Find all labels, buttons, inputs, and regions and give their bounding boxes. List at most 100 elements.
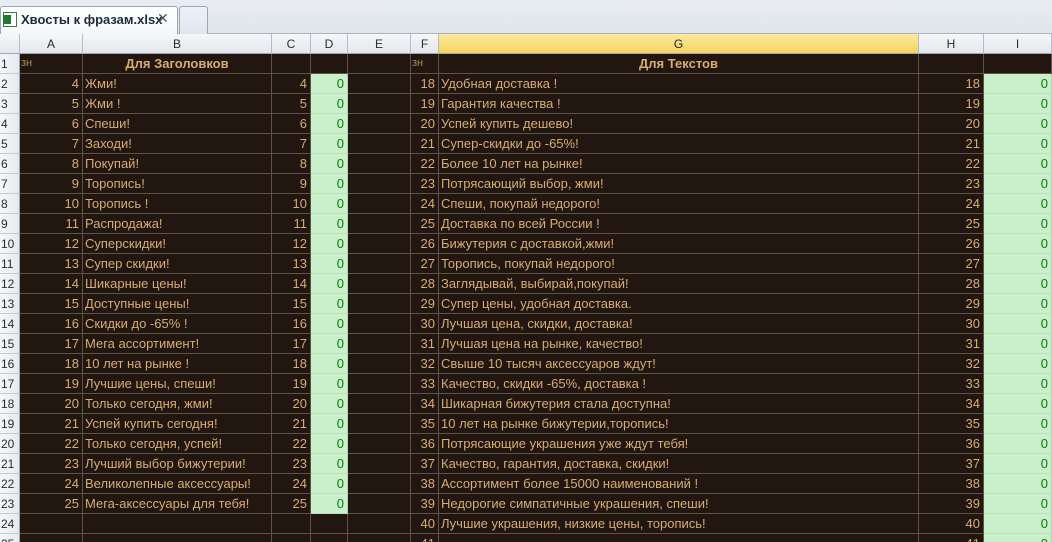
cell-d15[interactable]: 0 <box>311 334 348 354</box>
cell-a25[interactable] <box>20 534 83 542</box>
cell-c7[interactable]: 9 <box>272 174 311 194</box>
cell-c15[interactable]: 17 <box>272 334 311 354</box>
cell-g5[interactable]: Супер-скидки до -65%! <box>439 134 919 154</box>
cell-i13[interactable]: 0 <box>984 294 1052 314</box>
cell-f20[interactable]: 36 <box>411 434 439 454</box>
cell-c10[interactable]: 12 <box>272 234 311 254</box>
cell-b13[interactable]: Доступные цены! <box>83 294 272 314</box>
cell-h15[interactable]: 31 <box>919 334 984 354</box>
row-header[interactable]: 24 <box>0 514 20 534</box>
cell-d20[interactable]: 0 <box>311 434 348 454</box>
cell-c18[interactable]: 20 <box>272 394 311 414</box>
cell-b2[interactable]: Жми! <box>83 74 272 94</box>
cell-g21[interactable]: Качество, гарантия, доставка, скидки! <box>439 454 919 474</box>
cell-b4[interactable]: Спеши! <box>83 114 272 134</box>
cell-h5[interactable]: 21 <box>919 134 984 154</box>
cell-b17[interactable]: Лучшие цены, спеши! <box>83 374 272 394</box>
cell-e13[interactable] <box>348 294 411 314</box>
cell-c17[interactable]: 19 <box>272 374 311 394</box>
cell-c9[interactable]: 11 <box>272 214 311 234</box>
cell-h8[interactable]: 24 <box>919 194 984 214</box>
cell-f21[interactable]: 37 <box>411 454 439 474</box>
cell-i24[interactable]: 0 <box>984 514 1052 534</box>
cell-i16[interactable]: 0 <box>984 354 1052 374</box>
cell-e3[interactable] <box>348 94 411 114</box>
column-header-b[interactable]: B <box>83 34 272 54</box>
cell-c16[interactable]: 18 <box>272 354 311 374</box>
cell-f25[interactable]: 41 <box>411 534 439 542</box>
cell-i23[interactable]: 0 <box>984 494 1052 514</box>
cell-f7[interactable]: 23 <box>411 174 439 194</box>
cell-h20[interactable]: 36 <box>919 434 984 454</box>
cell-h3[interactable]: 19 <box>919 94 984 114</box>
cell-h2[interactable]: 18 <box>919 74 984 94</box>
cell-c4[interactable]: 6 <box>272 114 311 134</box>
cell-i21[interactable]: 0 <box>984 454 1052 474</box>
cell-c2[interactable]: 4 <box>272 74 311 94</box>
cell-g3[interactable]: Гарантия качества ! <box>439 94 919 114</box>
cell-a15[interactable]: 17 <box>20 334 83 354</box>
row-header[interactable]: 5 <box>0 134 20 154</box>
cell-c6[interactable]: 8 <box>272 154 311 174</box>
cell-i15[interactable]: 0 <box>984 334 1052 354</box>
cell-g10[interactable]: Бижутерия с доставкой,жми! <box>439 234 919 254</box>
cell-a2[interactable]: 4 <box>20 74 83 94</box>
cell-i18[interactable]: 0 <box>984 394 1052 414</box>
cell-f18[interactable]: 34 <box>411 394 439 414</box>
cell-h25[interactable]: 41 <box>919 534 984 542</box>
cell-g4[interactable]: Успей купить дешево! <box>439 114 919 134</box>
row-header[interactable]: 3 <box>0 94 20 114</box>
cell-f4[interactable]: 20 <box>411 114 439 134</box>
cell-f22[interactable]: 38 <box>411 474 439 494</box>
cell-a8[interactable]: 10 <box>20 194 83 214</box>
cell-g1[interactable]: Для Текстов <box>439 54 919 74</box>
row-header[interactable]: 23 <box>0 494 20 514</box>
cell-a9[interactable]: 11 <box>20 214 83 234</box>
cell-f11[interactable]: 27 <box>411 254 439 274</box>
cell-e16[interactable] <box>348 354 411 374</box>
cell-h11[interactable]: 27 <box>919 254 984 274</box>
cell-b15[interactable]: Мега ассортимент! <box>83 334 272 354</box>
cell-d9[interactable]: 0 <box>311 214 348 234</box>
cell-d13[interactable]: 0 <box>311 294 348 314</box>
cell-i22[interactable]: 0 <box>984 474 1052 494</box>
cell-a1[interactable]: зн <box>20 54 83 74</box>
cell-f23[interactable]: 39 <box>411 494 439 514</box>
cell-b8[interactable]: Торопись ! <box>83 194 272 214</box>
column-header-i[interactable]: I <box>984 34 1052 54</box>
cell-c25[interactable] <box>272 534 311 542</box>
row-header[interactable]: 7 <box>0 174 20 194</box>
cell-g22[interactable]: Ассортимент более 15000 наименований ! <box>439 474 919 494</box>
cell-c22[interactable]: 24 <box>272 474 311 494</box>
cell-g8[interactable]: Спеши, покупай недорого! <box>439 194 919 214</box>
cell-b21[interactable]: Лучший выбор бижутерии! <box>83 454 272 474</box>
cell-c5[interactable]: 7 <box>272 134 311 154</box>
cell-i12[interactable]: 0 <box>984 274 1052 294</box>
cell-a17[interactable]: 19 <box>20 374 83 394</box>
cell-f6[interactable]: 22 <box>411 154 439 174</box>
cell-i14[interactable]: 0 <box>984 314 1052 334</box>
row-header[interactable]: 19 <box>0 414 20 434</box>
cell-g6[interactable]: Более 10 лет на рынке! <box>439 154 919 174</box>
cell-i6[interactable]: 0 <box>984 154 1052 174</box>
cell-d2[interactable]: 0 <box>311 74 348 94</box>
cell-e7[interactable] <box>348 174 411 194</box>
cell-i20[interactable]: 0 <box>984 434 1052 454</box>
cell-c19[interactable]: 21 <box>272 414 311 434</box>
row-header[interactable]: 22 <box>0 474 20 494</box>
cell-e1[interactable] <box>348 54 411 74</box>
cell-f2[interactable]: 18 <box>411 74 439 94</box>
column-header-c[interactable]: C <box>272 34 311 54</box>
cell-i1[interactable] <box>984 54 1052 74</box>
row-header[interactable]: 20 <box>0 434 20 454</box>
cell-d1[interactable] <box>311 54 348 74</box>
cell-d22[interactable]: 0 <box>311 474 348 494</box>
cell-h16[interactable]: 32 <box>919 354 984 374</box>
cell-e21[interactable] <box>348 454 411 474</box>
cell-d6[interactable]: 0 <box>311 154 348 174</box>
cell-e15[interactable] <box>348 334 411 354</box>
row-header[interactable]: 16 <box>0 354 20 374</box>
cell-b7[interactable]: Торопись! <box>83 174 272 194</box>
cell-h21[interactable]: 37 <box>919 454 984 474</box>
cell-a18[interactable]: 20 <box>20 394 83 414</box>
